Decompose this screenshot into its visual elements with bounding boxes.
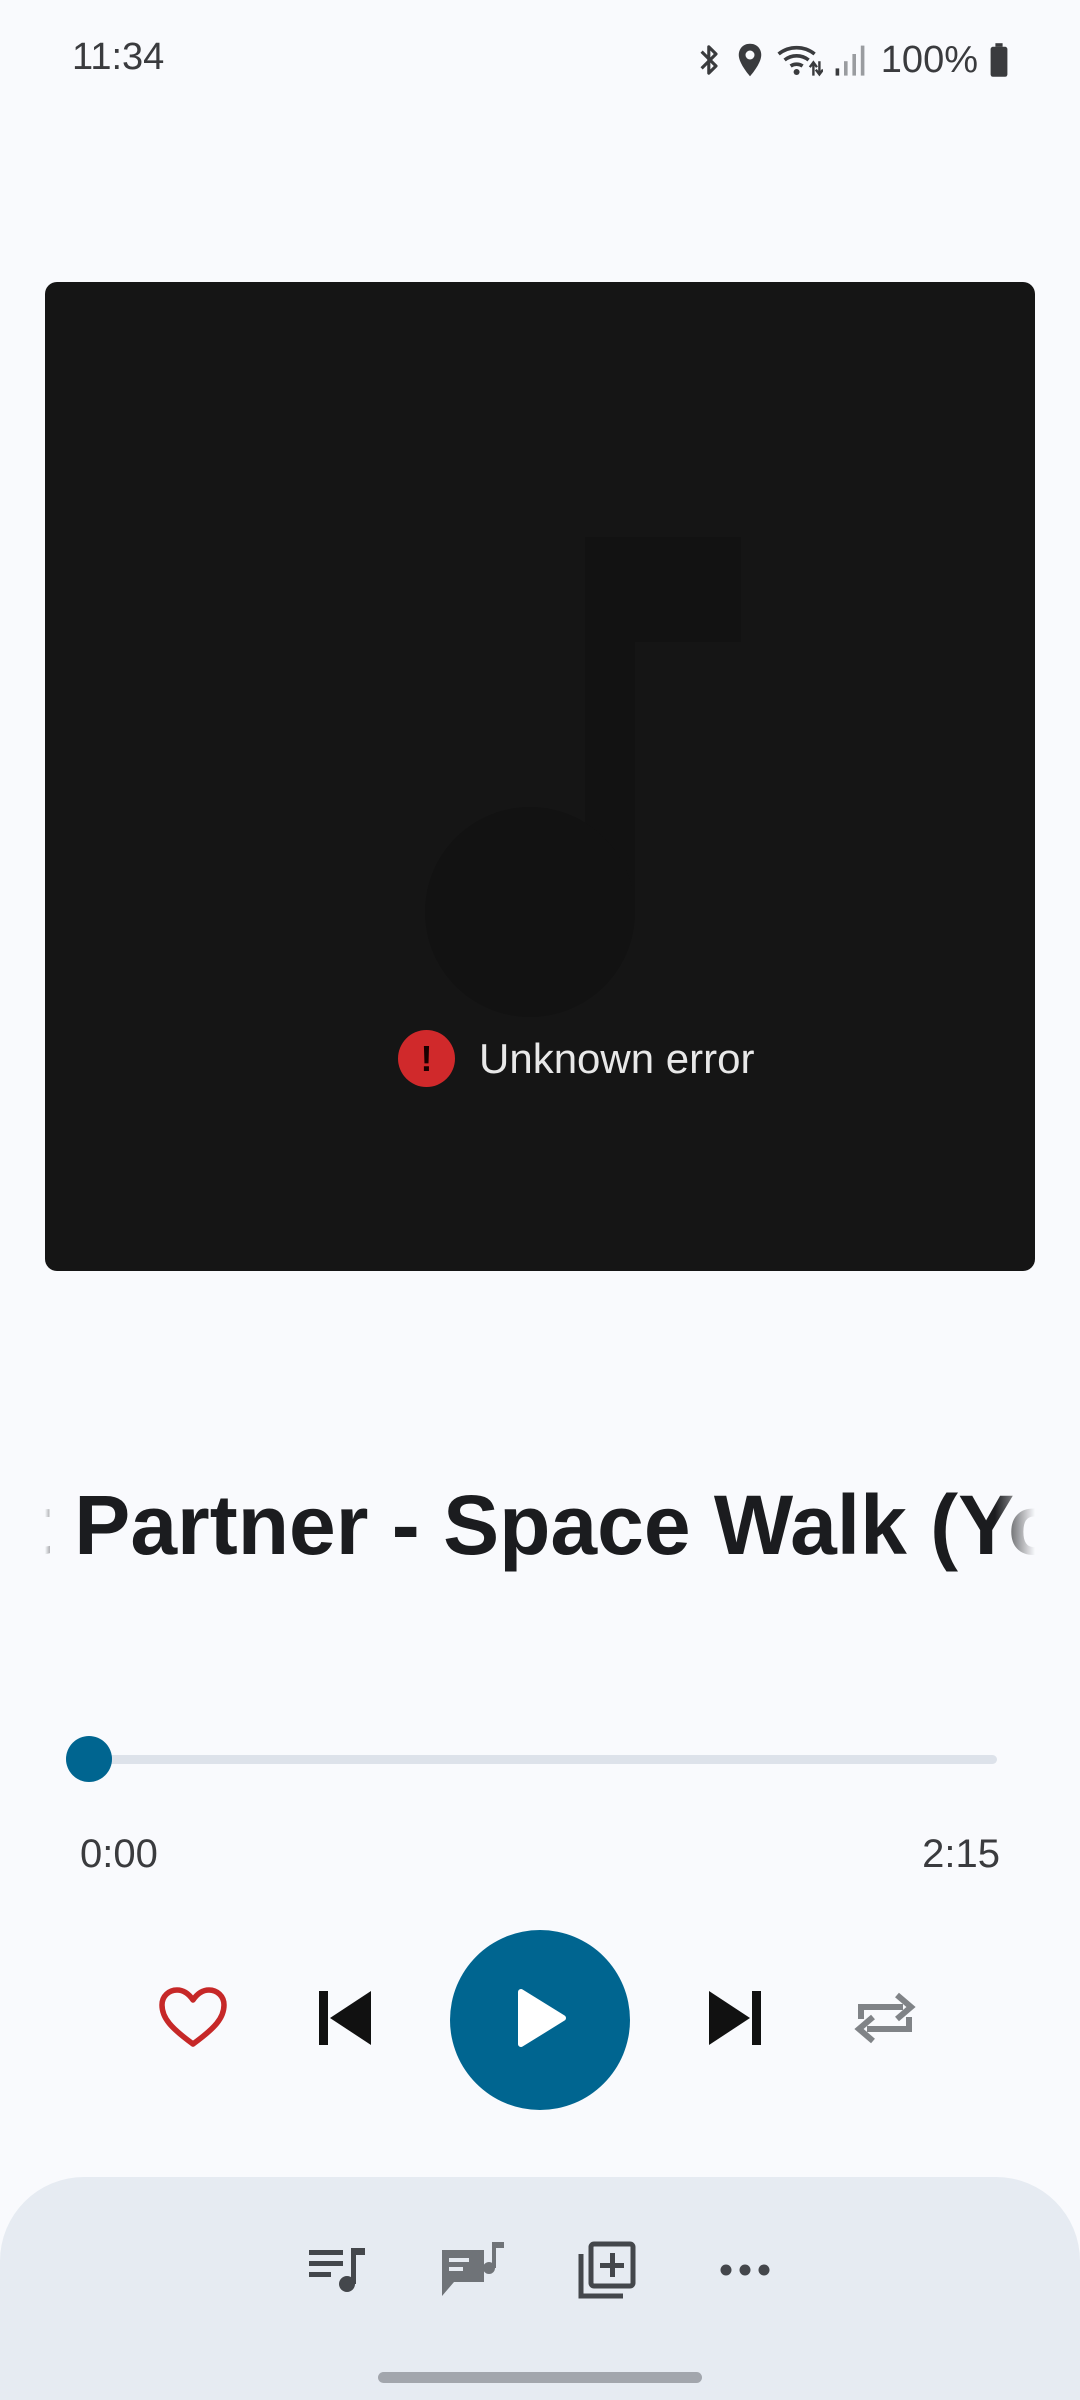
home-indicator[interactable] <box>378 2372 702 2383</box>
status-icons: 100% <box>695 36 1010 84</box>
bluetooth-icon <box>695 42 725 78</box>
more-icon <box>719 2263 771 2282</box>
add-to-playlist-icon <box>577 2240 637 2305</box>
previous-button[interactable] <box>310 1985 380 2055</box>
signal-icon <box>833 42 867 78</box>
add-to-playlist-button[interactable] <box>572 2237 642 2307</box>
music-note-icon <box>415 537 745 1022</box>
skip-previous-icon <box>317 1989 373 2052</box>
track-title: t Partner - Space Walk (Yo <box>45 1478 1035 1572</box>
status-time: 11:34 <box>72 36 165 78</box>
like-button[interactable] <box>153 1985 233 2055</box>
total-time: 2:15 <box>922 1832 1000 1876</box>
seek-bar[interactable] <box>66 1735 997 1783</box>
lyrics-icon <box>440 2240 506 2305</box>
play-button[interactable] <box>450 1930 630 2110</box>
battery-percent: 100% <box>880 38 978 81</box>
current-time: 0:00 <box>80 1832 158 1876</box>
album-artwork: ! Unknown error <box>45 282 1035 1271</box>
play-icon <box>513 1988 567 2053</box>
bottom-actions-sheet <box>0 2177 1080 2400</box>
repeat-icon <box>853 1985 917 2056</box>
next-button[interactable] <box>700 1985 770 2055</box>
battery-icon <box>988 42 1010 78</box>
track-title-marquee: t Partner - Space Walk (Yo <box>45 1470 1035 1580</box>
status-bar: 11:34 100% <box>0 0 1080 120</box>
error-message: ! Unknown error <box>398 1030 754 1087</box>
wifi-icon <box>775 41 823 79</box>
repeat-button[interactable] <box>850 1985 920 2055</box>
queue-icon <box>307 2244 367 2301</box>
queue-button[interactable] <box>302 2237 372 2307</box>
seek-thumb[interactable] <box>66 1736 112 1782</box>
skip-next-icon <box>707 1989 763 2052</box>
more-button[interactable] <box>710 2237 780 2307</box>
error-text: Unknown error <box>479 1034 755 1082</box>
seek-track <box>89 1755 997 1764</box>
lyrics-button[interactable] <box>438 2237 508 2307</box>
heart-icon <box>157 1986 229 2055</box>
error-icon: ! <box>398 1030 455 1087</box>
location-icon <box>735 41 765 79</box>
